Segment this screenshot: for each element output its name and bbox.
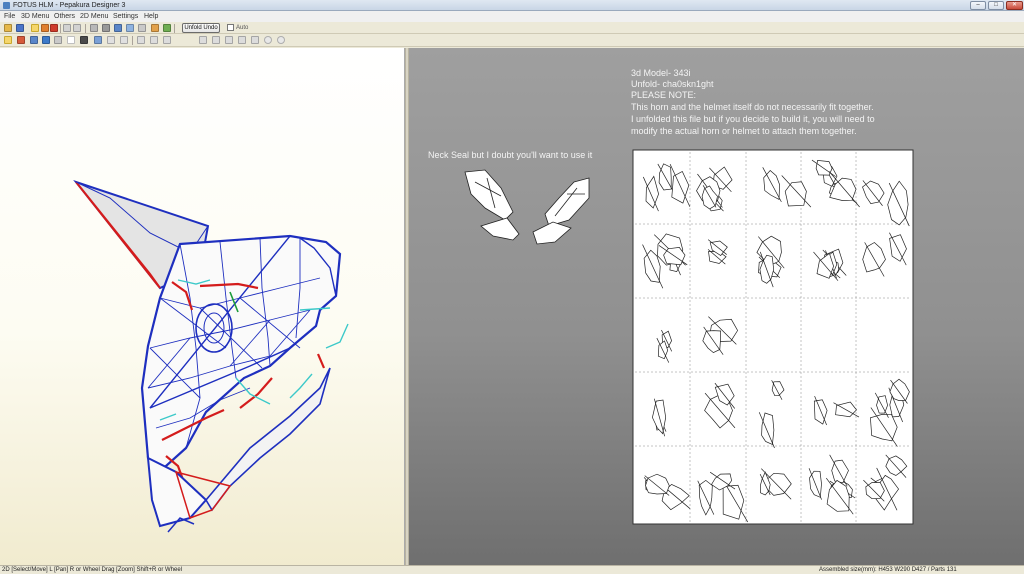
align-left-icon[interactable] (225, 36, 233, 44)
layer-icon[interactable] (42, 36, 50, 44)
distribute-icon[interactable] (251, 36, 259, 44)
status-assembled-size: Assembled size(mm): H453 W290 D427 / Par… (819, 567, 957, 573)
app-icon (3, 2, 10, 9)
status-mode-hint: 2D [Select/Move] L [Pan] R or Wheel Drag… (2, 567, 183, 573)
redo-icon[interactable] (73, 24, 81, 32)
model-icon[interactable] (50, 24, 58, 32)
edge-icon[interactable] (94, 36, 102, 44)
menu-3d[interactable]: 3D Menu (21, 11, 49, 22)
menu-bar: File 3D Menu Others 2D Menu Settings Hel… (0, 11, 1024, 22)
grid-icon[interactable] (163, 24, 171, 32)
toolbar-separator (85, 24, 86, 33)
menu-others[interactable]: Others (54, 11, 75, 22)
menu-2d[interactable]: 2D Menu (80, 11, 108, 22)
maximize-button[interactable]: □ (988, 1, 1004, 10)
toolbar-separator (60, 24, 61, 33)
copy-icon[interactable] (212, 36, 220, 44)
undo-icon[interactable] (63, 24, 71, 32)
join-edge-icon[interactable] (107, 36, 115, 44)
arrange-icon[interactable] (150, 36, 158, 44)
flap-icon[interactable] (102, 24, 110, 32)
paper-sheet (632, 149, 914, 525)
save-icon[interactable] (16, 24, 24, 32)
select-mode-icon[interactable] (4, 36, 12, 44)
zoom-out-icon[interactable] (277, 36, 285, 44)
select-icon[interactable] (31, 24, 39, 32)
rotate-icon[interactable] (41, 24, 49, 32)
edit-icon[interactable] (90, 24, 98, 32)
2d-view-panel[interactable]: 3d Model- 343i Unfold- cha0skn1ght PLEAS… (409, 48, 1024, 565)
3d-view-panel[interactable] (0, 48, 405, 565)
minimize-button[interactable]: – (970, 1, 986, 10)
color-icon[interactable] (151, 24, 159, 32)
rotate-part-icon[interactable] (120, 36, 128, 44)
align-icon[interactable] (137, 36, 145, 44)
zoom-in-icon[interactable] (264, 36, 272, 44)
toolbar-2d (0, 34, 1024, 47)
paste-icon[interactable] (199, 36, 207, 44)
join-icon[interactable] (126, 24, 134, 32)
helmet-3d-model[interactable] (0, 48, 405, 565)
unfold-part[interactable] (815, 160, 833, 176)
window-title: FOTUS HLM - Pepakura Designer 3 (13, 2, 126, 9)
title-bar: FOTUS HLM - Pepakura Designer 3 – □ ✕ (0, 0, 1024, 11)
menu-file[interactable]: File (4, 11, 15, 22)
view-icon[interactable] (30, 36, 38, 44)
align-right-icon[interactable] (238, 36, 246, 44)
anchor-icon[interactable] (114, 24, 122, 32)
toolbar-separator (132, 36, 133, 45)
image-icon[interactable] (80, 36, 88, 44)
toolbar-main: Unfold Undo Auto (0, 22, 1024, 34)
move-mode-icon[interactable] (17, 36, 25, 44)
text-icon[interactable] (67, 36, 75, 44)
print-icon[interactable] (54, 36, 62, 44)
menu-help[interactable]: Help (144, 11, 158, 22)
unfold-undo-button[interactable]: Unfold Undo (182, 23, 220, 33)
status-bar: 2D [Select/Move] L [Pan] R or Wheel Drag… (0, 565, 1024, 574)
close-button[interactable]: ✕ (1006, 1, 1023, 10)
unfold-layout[interactable] (409, 48, 1024, 565)
cut-icon[interactable] (138, 24, 146, 32)
open-icon[interactable] (4, 24, 12, 32)
menu-settings[interactable]: Settings (113, 11, 138, 22)
auto-checkbox[interactable] (227, 24, 234, 31)
toolbar-separator (174, 24, 175, 33)
auto-label: Auto (236, 25, 249, 31)
flip-icon[interactable] (163, 36, 171, 44)
neck-seal-parts (464, 169, 590, 245)
